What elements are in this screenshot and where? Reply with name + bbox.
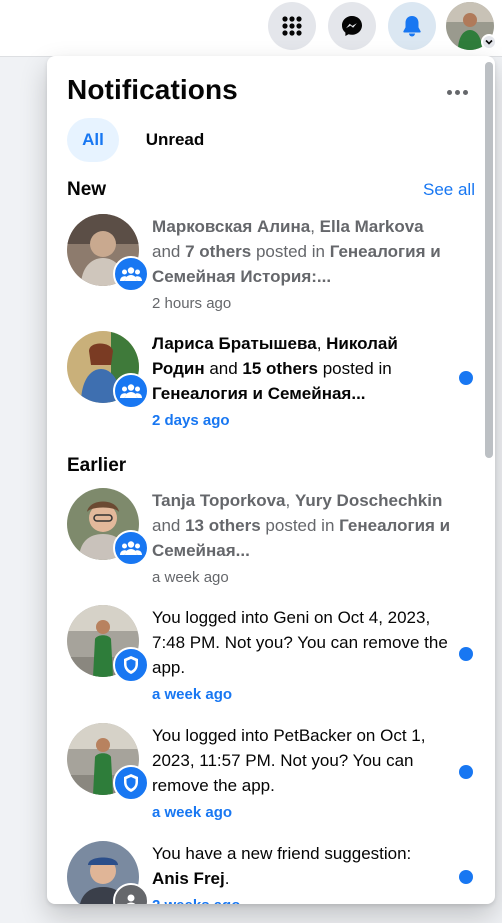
group-icon — [120, 384, 142, 398]
notification-item[interactable]: You have a new friend suggestion: Anis F… — [55, 841, 475, 904]
notification-message: You logged into Geni on Oct 4, 2023, 7:4… — [152, 608, 448, 677]
scrollbar[interactable] — [485, 60, 493, 900]
others-count: 15 others — [242, 359, 318, 378]
action-text: posted in — [251, 242, 330, 261]
unread-dot — [459, 371, 473, 385]
notification-item[interactable]: Лариса Братышева, Николай Родин and 15 o… — [55, 331, 475, 431]
menu-button[interactable] — [268, 2, 316, 50]
person-icon — [126, 894, 136, 904]
see-all-link[interactable]: See all — [423, 180, 475, 200]
security-badge — [113, 647, 149, 683]
others-count: 7 others — [185, 242, 252, 261]
shield-icon — [124, 774, 138, 792]
notification-item[interactable]: Марковская Алина, Ella Markova and 7 oth… — [55, 214, 475, 314]
dot-icon — [446, 89, 452, 95]
notification-text: You have a new friend suggestion: Anis F… — [152, 841, 452, 904]
group-name: Генеалогия и Семейная... — [152, 384, 366, 403]
notification-text: Марковская Алина, Ella Markova and 7 oth… — [152, 214, 452, 315]
top-navigation-bar — [0, 0, 502, 57]
action-text: posted in — [260, 516, 340, 535]
separator: , — [316, 334, 327, 353]
notification-avatar — [67, 841, 149, 904]
tab-all[interactable]: All — [67, 118, 119, 162]
notification-text: Tanja Toporkova, Yury Doschechkin and 13… — [152, 488, 452, 589]
notification-time: 2 hours ago — [152, 295, 232, 312]
notification-avatar — [67, 214, 149, 292]
chevron-down-icon — [485, 39, 493, 45]
actor-name: Лариса Братышева — [152, 334, 317, 353]
dot-icon — [454, 89, 460, 95]
notification-text: You logged into Geni on Oct 4, 2023, 7:4… — [152, 605, 452, 706]
unread-dot — [459, 765, 473, 779]
dot-icon — [462, 89, 468, 95]
notification-item[interactable]: You logged into PetBacker on Oct 1, 2023… — [55, 723, 475, 823]
grid-menu-icon — [282, 16, 302, 36]
notification-item[interactable]: Tanja Toporkova, Yury Doschechkin and 13… — [55, 488, 475, 588]
connector: and — [204, 359, 243, 378]
account-menu-caret[interactable] — [481, 34, 497, 50]
actor-name: Ella Markova — [319, 217, 424, 236]
notification-text: Лариса Братышева, Николай Родин and 15 o… — [152, 331, 452, 432]
group-badge — [113, 530, 149, 566]
group-badge — [113, 373, 149, 409]
notification-avatar — [67, 488, 149, 566]
actor-name: Tanja Toporkova — [152, 491, 286, 510]
security-badge — [113, 765, 149, 801]
notification-time: 2 days ago — [152, 412, 230, 429]
separator: , — [310, 217, 320, 236]
notification-time: 2 weeks ago — [152, 895, 452, 904]
notification-time: a week ago — [152, 804, 233, 821]
connector: and — [152, 516, 186, 535]
tab-unread[interactable]: Unread — [133, 118, 217, 162]
notification-time: a week ago — [152, 686, 233, 703]
group-icon — [120, 541, 142, 555]
separator: , — [285, 491, 295, 510]
actor-name: Марковская Алина — [152, 217, 311, 236]
more-options-button[interactable] — [439, 78, 475, 106]
unread-dot — [459, 647, 473, 661]
notifications-panel: Notifications All Unread New See all Мар… — [47, 56, 495, 904]
notification-avatar — [67, 605, 149, 683]
connector: and — [152, 242, 186, 261]
scrollbar-thumb[interactable] — [485, 62, 493, 458]
notification-avatar — [67, 723, 149, 801]
punctuation: . — [224, 869, 230, 888]
suggested-friend-name: Anis Frej — [152, 869, 225, 888]
messenger-button[interactable] — [328, 2, 376, 50]
panel-title: Notifications — [67, 74, 238, 105]
shield-icon — [124, 656, 138, 674]
notifications-button[interactable] — [388, 2, 436, 50]
notification-text: You logged into PetBacker on Oct 1, 2023… — [152, 723, 452, 824]
section-earlier-label: Earlier — [67, 455, 127, 476]
notification-message: You logged into PetBacker on Oct 1, 2023… — [152, 726, 426, 795]
others-count: 13 others — [185, 516, 261, 535]
messenger-icon — [342, 16, 362, 36]
notification-avatar — [67, 331, 149, 409]
notification-time: a week ago — [152, 569, 229, 586]
notification-message: You have a new friend suggestion: — [152, 844, 412, 863]
unread-dot — [459, 870, 473, 884]
bell-icon — [403, 16, 421, 37]
group-badge — [113, 256, 149, 292]
notification-item[interactable]: You logged into Geni on Oct 4, 2023, 7:4… — [55, 605, 475, 705]
group-icon — [120, 267, 142, 281]
action-text: posted in — [318, 359, 392, 378]
section-new-label: New — [67, 179, 107, 200]
actor-name: Yury Doschechkin — [294, 491, 443, 510]
